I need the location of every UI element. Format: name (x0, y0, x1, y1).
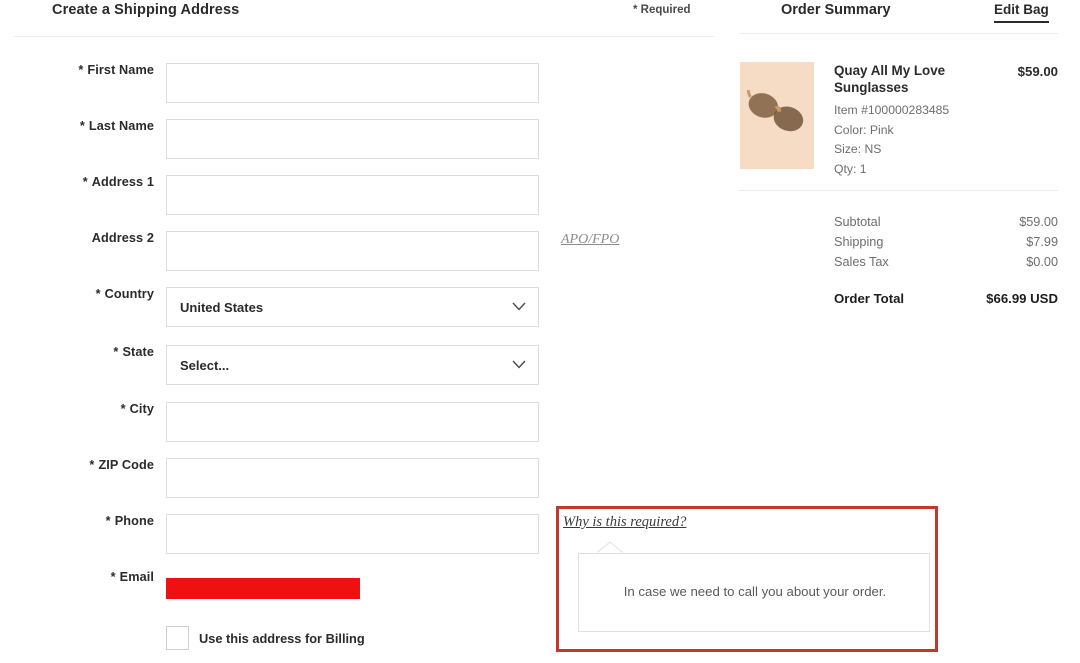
required-note: * Required (633, 4, 691, 16)
subtotal-value: $59.00 (1019, 215, 1058, 229)
product-price: $59.00 (1017, 64, 1058, 79)
country-select-value: United States (180, 300, 264, 315)
sales-tax-label: Sales Tax (834, 255, 889, 269)
label-zip-code: * ZIP Code (89, 458, 154, 472)
label-phone: * Phone (105, 514, 154, 528)
state-select-value: Select... (180, 358, 230, 373)
product-thumbnail[interactable] (740, 62, 814, 169)
city-input[interactable] (166, 402, 539, 442)
label-email: * Email (110, 570, 154, 584)
phone-input[interactable] (166, 514, 539, 554)
required-star: * (89, 458, 95, 472)
required-star: * (95, 287, 101, 301)
address-2-input[interactable] (166, 231, 539, 271)
required-star: * (82, 175, 88, 189)
subtotal-label: Subtotal (834, 215, 881, 229)
product-meta: Item #100000283485 Color: Pink Size: NS … (834, 101, 949, 179)
shipping-value: $7.99 (1026, 235, 1058, 249)
label-address-2: Address 2 (91, 231, 154, 245)
product-qty: Qty: 1 (834, 161, 867, 176)
email-input-redacted[interactable] (166, 578, 360, 599)
edit-bag-link[interactable]: Edit Bag (994, 2, 1049, 23)
label-country: * Country (95, 287, 154, 301)
country-select[interactable]: United States (166, 287, 539, 327)
required-star: * (79, 119, 85, 133)
page-title: Create a Shipping Address (52, 2, 240, 18)
required-star: * (110, 570, 116, 584)
billing-checkbox-label: Use this address for Billing (199, 631, 365, 646)
required-star: * (78, 63, 84, 77)
address-1-input[interactable] (166, 175, 539, 215)
required-star: * (113, 345, 119, 359)
divider-left (14, 36, 714, 37)
last-name-input[interactable] (166, 119, 539, 159)
chevron-down-icon (512, 360, 526, 369)
product-color: Color: Pink (834, 122, 894, 137)
total-row-shipping: Shipping $7.99 (834, 235, 1058, 255)
label-first-name: * First Name (78, 63, 154, 77)
order-total-row: Order Total $66.99 USD (834, 291, 1058, 311)
required-star: * (120, 402, 126, 416)
state-select[interactable]: Select... (166, 345, 539, 385)
label-city: * City (120, 402, 154, 416)
product-size: Size: NS (834, 142, 882, 156)
divider-summary-top (740, 33, 1058, 34)
total-row-sales-tax: Sales Tax $0.00 (834, 255, 1058, 275)
required-star: * (105, 514, 111, 528)
tooltip-body: In case we need to call you about your o… (578, 553, 930, 632)
total-row-subtotal: Subtotal $59.00 (834, 215, 1058, 235)
label-last-name: * Last Name (79, 119, 154, 133)
chevron-down-icon (512, 302, 526, 311)
why-is-this-required-link[interactable]: Why is this required? (563, 514, 686, 531)
order-total-label: Order Total (834, 291, 905, 306)
label-address-1: * Address 1 (82, 175, 154, 189)
product-item-number: Item #100000283485 (834, 103, 950, 117)
zip-code-input[interactable] (166, 458, 539, 498)
apo-fpo-link[interactable]: APO/FPO (561, 232, 619, 248)
order-summary-title: Order Summary (781, 2, 891, 18)
billing-checkbox[interactable] (166, 626, 189, 650)
tooltip-body-text: In case we need to call you about your o… (623, 584, 887, 599)
first-name-input[interactable] (166, 63, 539, 103)
shipping-label: Shipping (834, 235, 884, 249)
totals-list: Subtotal $59.00 Shipping $7.99 Sales Tax… (834, 215, 1058, 275)
divider-summary-mid (738, 190, 1058, 191)
sales-tax-value: $0.00 (1026, 255, 1058, 269)
checkout-page: Create a Shipping Address * Required * Fi… (0, 0, 1080, 663)
order-total-value: $66.99 USD (986, 291, 1058, 306)
label-state: * State (113, 345, 154, 359)
